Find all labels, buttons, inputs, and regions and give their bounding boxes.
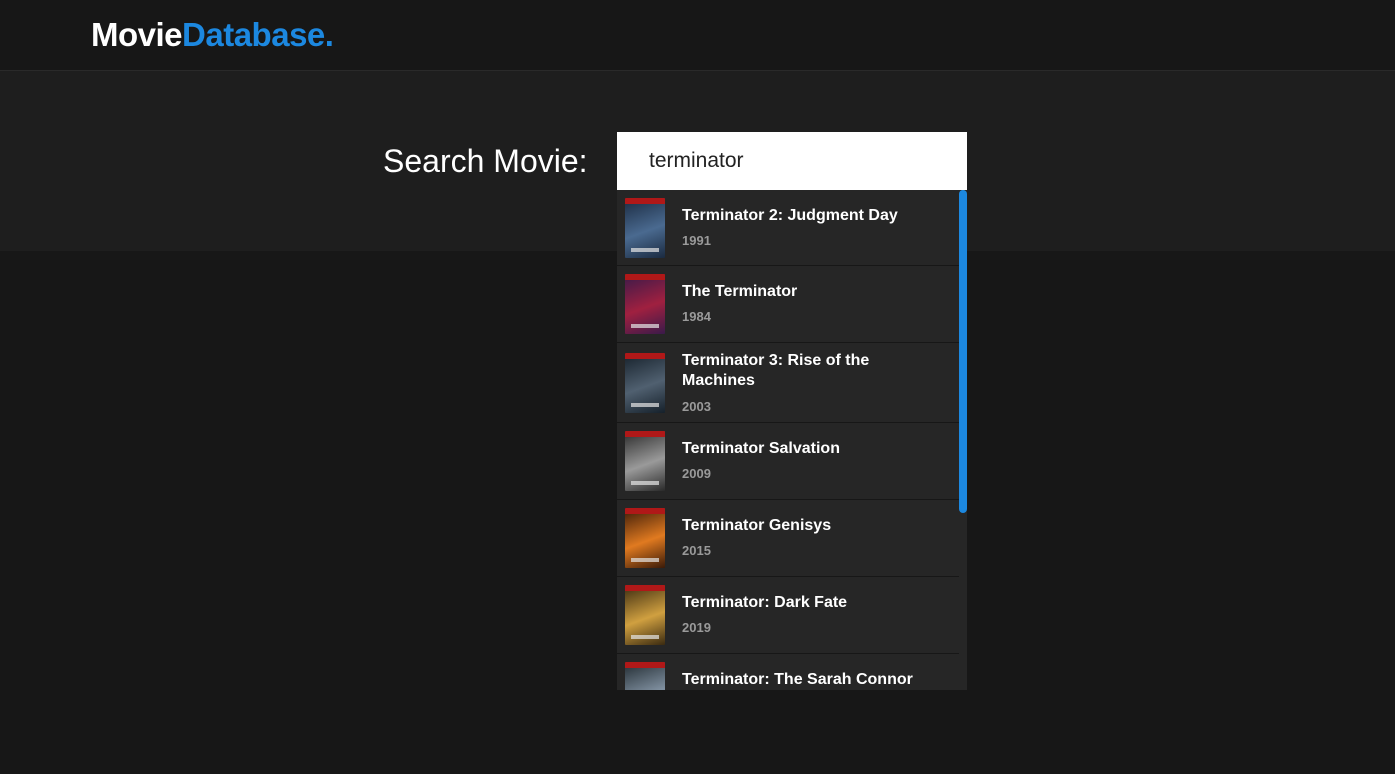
search-result-item[interactable]: Terminator 2: Judgment Day 1991 <box>617 190 959 266</box>
site-logo[interactable]: MovieDatabase. <box>91 16 334 54</box>
result-title: Terminator 2: Judgment Day <box>682 207 898 224</box>
result-year: 2009 <box>682 466 711 481</box>
top-navbar: MovieDatabase. <box>0 0 1395 71</box>
search-result-item[interactable]: Terminator: Dark Fate 2019 <box>617 577 959 654</box>
movie-poster-icon <box>625 585 665 645</box>
search-label: Search Movie: <box>383 143 588 179</box>
result-title: Terminator Salvation <box>682 440 840 457</box>
result-year: 2019 <box>682 620 711 635</box>
result-year: 1991 <box>682 233 711 248</box>
result-year: 1984 <box>682 309 711 324</box>
logo-text-movie: Movie <box>91 16 183 53</box>
movie-poster-icon <box>625 662 665 690</box>
movie-poster-icon <box>625 508 665 568</box>
result-title: Terminator: The Sarah Connor <box>682 671 913 688</box>
dropdown-scrollbar[interactable] <box>959 190 967 513</box>
result-title: Terminator Genisys <box>682 517 832 534</box>
movie-poster-icon <box>625 353 665 413</box>
result-title: Terminator 3: Rise of the Machines <box>682 352 870 389</box>
search-results-dropdown[interactable]: Terminator 2: Judgment Day 1991 The Termin… <box>617 190 967 690</box>
movie-poster-icon <box>625 431 665 491</box>
result-year: 2015 <box>682 543 711 558</box>
movie-poster-icon <box>625 274 665 334</box>
result-title: Terminator: Dark Fate <box>682 594 848 611</box>
result-title: The Terminator <box>682 283 798 300</box>
search-results-list: Terminator 2: Judgment Day 1991 The Termin… <box>617 190 959 690</box>
logo-text-database: Database. <box>182 16 334 53</box>
search-result-item[interactable]: Terminator: The Sarah Connor <box>617 654 959 690</box>
search-input[interactable] <box>617 132 967 190</box>
search-result-item[interactable]: The Terminator 1984 <box>617 266 959 343</box>
movie-poster-icon <box>625 198 665 258</box>
result-year: 2003 <box>682 399 711 414</box>
search-result-item[interactable]: Terminator Genisys 2015 <box>617 500 959 577</box>
search-result-item[interactable]: Terminator Salvation 2009 <box>617 423 959 500</box>
search-result-item[interactable]: Terminator 3: Rise of the Machines 2003 <box>617 343 959 423</box>
